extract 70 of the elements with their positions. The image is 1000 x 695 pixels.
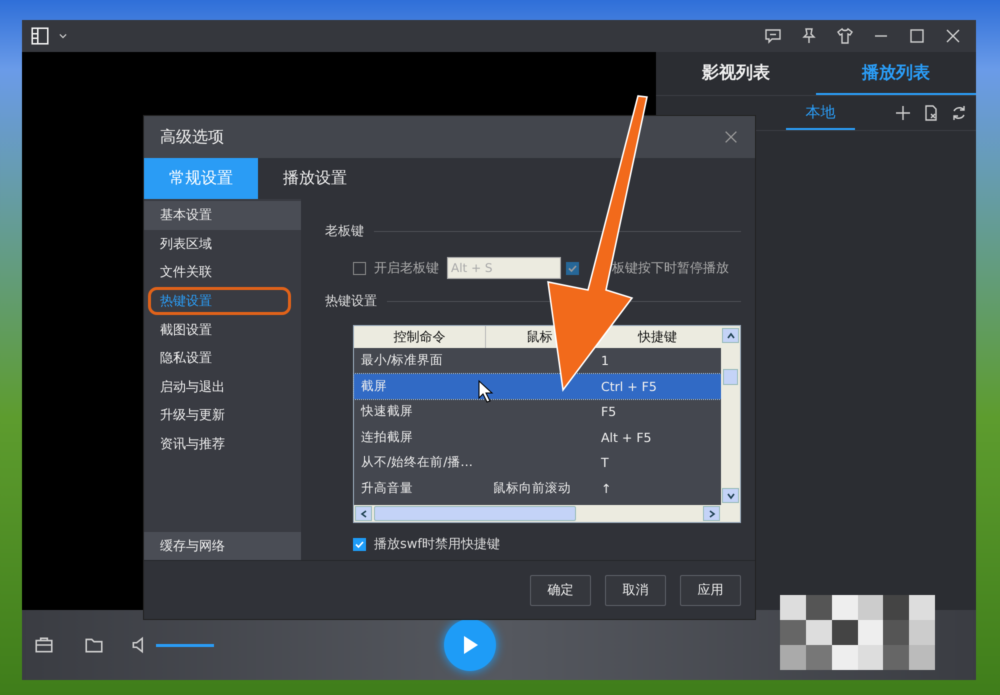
arrow-right-icon	[708, 510, 716, 518]
plus-icon[interactable]	[894, 104, 912, 122]
scroll-right-button[interactable]	[703, 506, 720, 521]
arrow-down-icon	[726, 492, 734, 500]
table-cell-text: 快速截屏	[360, 402, 414, 420]
checkbox[interactable]	[353, 538, 366, 550]
filter-tab[interactable]: 本地	[786, 96, 855, 130]
dialog-button[interactable]: 应用	[680, 574, 741, 606]
volume-slider[interactable]	[156, 644, 214, 646]
arrow-left-icon	[360, 510, 368, 518]
table-row[interactable]: 升高音量 鼠标向前滚动 ↑	[354, 476, 721, 501]
dialog-button[interactable]: 取消	[605, 574, 666, 606]
play-icon	[461, 635, 479, 655]
table-cell-text: 从不/始终在前/播…	[360, 453, 474, 472]
dialog-title: 高级选项	[160, 126, 225, 148]
arrow-up-icon	[726, 332, 734, 340]
table-row[interactable]: 最小/标准界面 1	[354, 348, 721, 374]
scroll-down-button[interactable]	[722, 488, 739, 503]
toolbox-icon[interactable]	[34, 635, 54, 655]
maximize-icon[interactable]	[908, 27, 926, 45]
nav-item[interactable]: 启动与退出	[144, 372, 301, 402]
close-icon[interactable]	[944, 27, 962, 45]
nav-item[interactable]: 文件关联	[144, 258, 301, 287]
pin-icon[interactable]	[800, 27, 818, 45]
list-view-icon[interactable]	[30, 26, 50, 46]
section-heading: 热键设置	[325, 293, 377, 310]
table-cell-text: F5	[600, 403, 618, 422]
table-row[interactable]: 快速截屏 F5	[354, 399, 721, 424]
column-header[interactable]: 快捷键	[638, 328, 677, 346]
nav-item[interactable]: 升级与更新	[144, 401, 301, 430]
table-cell-text: 截屏	[360, 376, 388, 395]
nav-item[interactable]: 资讯与推荐	[144, 430, 301, 458]
panel-tab[interactable]: 影视列表	[656, 52, 816, 95]
nav-item[interactable]: 截图设置	[144, 315, 301, 344]
nav-item[interactable]: 列表区域	[144, 230, 301, 258]
settings-tab[interactable]: 播放设置	[258, 158, 372, 199]
table-cell-text: 1	[600, 352, 610, 370]
nav-item[interactable]: 缓存与网络	[144, 532, 301, 560]
table-cell-text: ↑	[600, 480, 612, 498]
table-row[interactable]: 连拍截屏 Alt + F5	[354, 424, 721, 450]
checkbox-label: 播放swf时禁用快捷键	[374, 536, 500, 553]
table-row[interactable]: 从不/始终在前/播… T	[354, 450, 721, 476]
column-header[interactable]: 控制命令	[394, 328, 446, 346]
table-cell-text: 连拍截屏	[360, 428, 414, 446]
column-header[interactable]: 鼠标	[526, 328, 552, 346]
checkbox-label: 板键按下时暂停播放	[612, 260, 729, 277]
panel-tab[interactable]: 播放列表	[816, 52, 976, 95]
nav-item[interactable]: 隐私设置	[144, 344, 301, 373]
table-cell-text: 鼠标向前滚动	[492, 478, 572, 497]
scroll-thumb[interactable]	[723, 369, 738, 385]
section-heading: 老板键	[325, 223, 364, 240]
table-cell-text: 最小/标准界面	[360, 351, 444, 370]
checkbox-label: 开启老板键	[374, 260, 439, 277]
table-row[interactable]: 截屏 Ctrl + F5	[354, 374, 721, 399]
scroll-left-button[interactable]	[355, 506, 372, 521]
play-button[interactable]	[444, 619, 496, 671]
shirt-icon[interactable]	[836, 27, 854, 45]
chat-icon[interactable]	[764, 27, 782, 45]
table-cell-text: 升高音量	[360, 478, 414, 497]
close-icon[interactable]	[723, 129, 739, 145]
table-cell-text: T	[600, 454, 610, 472]
mouse-pointer-icon	[478, 380, 494, 403]
dialog-button[interactable]: 确定	[530, 574, 591, 606]
nav-item[interactable]: 基本设置	[144, 201, 301, 230]
nav-item[interactable]: 热键设置	[144, 286, 301, 316]
scroll-up-button[interactable]	[722, 328, 739, 343]
table-cell-text: Ctrl + F5	[600, 378, 658, 396]
table-cell-text: Alt + F5	[600, 428, 652, 447]
scroll-thumb[interactable]	[374, 506, 576, 521]
checkbox[interactable]	[353, 262, 366, 274]
